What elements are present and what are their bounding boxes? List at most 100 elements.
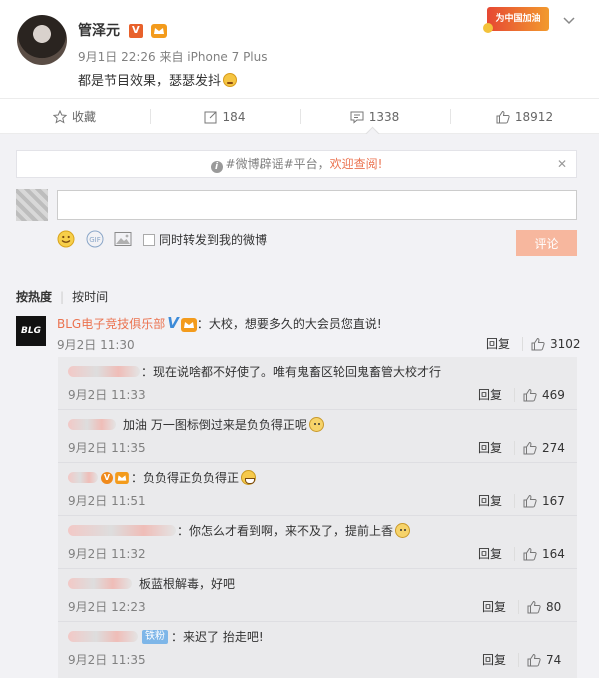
image-icon[interactable] — [114, 230, 132, 248]
redacted-username[interactable] — [68, 578, 132, 589]
reply-time: 9月2日 11:32 — [68, 547, 146, 561]
blue-verified-icon: V — [167, 314, 179, 332]
like-count: 274 — [542, 440, 565, 455]
post-text: 都是节目效果，瑟瑟发抖 — [78, 70, 238, 89]
like-count: 18912 — [514, 109, 554, 124]
repost-count: 184 — [222, 109, 246, 124]
tab-sort-hot[interactable]: 按热度 — [16, 290, 52, 304]
redacted-username[interactable] — [68, 419, 116, 430]
post-action-bar: 收藏 184 1338 18912 — [0, 98, 599, 134]
event-banner[interactable]: 为中国加油 — [483, 7, 549, 33]
reply-line: 铁粉 ：来迟了 抬走吧! — [68, 628, 264, 645]
favorite-button[interactable]: 收藏 — [0, 99, 149, 134]
like-count: 167 — [542, 493, 565, 508]
comment-text: ：大校，想要多久的大会员您直说! — [196, 317, 382, 331]
commenter-avatar[interactable]: BLG — [16, 316, 46, 346]
vip-crown-icon — [180, 317, 197, 332]
reply-line: ：你怎么才看到啊，来不及了，提前上香 — [68, 522, 411, 539]
divider — [518, 599, 520, 614]
divider — [514, 493, 516, 508]
rumor-notice: i #微博辟谣#平台，欢迎查阅! ✕ — [16, 150, 577, 178]
redacted-username[interactable] — [68, 472, 98, 483]
reply-text: ：你怎么才看到啊，来不及了，提前上香 — [177, 524, 394, 538]
like-icon[interactable] — [527, 653, 541, 667]
like-icon — [496, 110, 510, 123]
like-icon[interactable] — [523, 388, 537, 402]
reply-time: 9月2日 11:33 — [68, 388, 146, 402]
comment-count: 1338 — [368, 109, 400, 124]
comment-input[interactable] — [57, 190, 577, 220]
like-button[interactable]: 18912 — [450, 99, 599, 134]
reply-item: 铁粉 ：来迟了 抬走吧! 9月2日 11:35 回复 74 — [58, 622, 577, 675]
chevron-down-icon[interactable] — [563, 14, 575, 26]
reply-button[interactable]: 回复 — [478, 386, 502, 403]
forward-option[interactable]: 同时转发到我的微博 — [143, 231, 267, 248]
post-author-name[interactable]: 管泽元 — [78, 23, 120, 39]
reply-actions: 回复 74 — [482, 651, 561, 668]
reply-button[interactable]: 回复 — [478, 439, 502, 456]
redacted-username[interactable] — [68, 631, 138, 642]
like-icon[interactable] — [523, 441, 537, 455]
reply-text: ：负负得正负负得正 — [131, 471, 240, 485]
divider — [518, 652, 520, 667]
forward-label: 同时转发到我的微博 — [159, 233, 268, 247]
reply-button[interactable]: 回复 — [482, 651, 506, 668]
comment-icon — [350, 111, 364, 124]
sort-divider: | — [60, 290, 65, 304]
redacted-username[interactable] — [68, 525, 176, 536]
comment-button[interactable]: 1338 — [300, 99, 449, 134]
author-avatar[interactable] — [17, 15, 67, 65]
like-count: 469 — [542, 387, 565, 402]
share-icon — [204, 111, 217, 123]
reply-button[interactable]: 回复 — [482, 598, 506, 615]
gif-icon[interactable]: GIF — [86, 230, 104, 248]
like-count: 74 — [546, 652, 562, 667]
like-count: 3102 — [550, 336, 581, 351]
reply-actions: 回复 164 — [478, 545, 565, 562]
sort-tabs: 按热度 | 按时间 — [16, 288, 116, 305]
divider — [514, 387, 516, 402]
divider — [514, 546, 516, 561]
tab-sort-time[interactable]: 按时间 — [72, 290, 108, 304]
reply-item: 板蓝根解毒，好吧 9月2日 12:23 回复 80 — [58, 569, 577, 622]
post-body: 都是节目效果，瑟瑟发抖 — [78, 74, 222, 89]
star-icon — [52, 109, 67, 124]
current-user-avatar — [16, 189, 48, 221]
commenter-name[interactable]: BLG电子竞技俱乐部 — [57, 317, 165, 331]
reply-time: 9月2日 11:35 — [68, 653, 146, 667]
favorite-label: 收藏 — [71, 110, 96, 124]
reply-line: V ：负负得正负负得正 — [68, 469, 257, 486]
like-icon[interactable] — [531, 337, 545, 351]
main-comment-line: BLG电子竞技俱乐部 V ：大校，想要多久的大会员您直说! — [57, 314, 382, 332]
reply-line: 加油 万一图标倒过来是负负得正呢 — [68, 416, 324, 433]
post-meta: 9月1日 22:26 来自 iPhone 7 Plus — [78, 50, 268, 64]
reply-list: ：现在说啥都不好使了。唯有鬼畜区轮回鬼畜管大校才行 9月2日 11:33 回复 … — [58, 357, 577, 678]
reply-line: ：现在说啥都不好使了。唯有鬼畜区轮回鬼畜管大校才行 — [68, 363, 441, 380]
repost-button[interactable]: 184 — [150, 99, 299, 134]
redacted-username[interactable] — [68, 366, 140, 377]
close-icon[interactable]: ✕ — [557, 151, 567, 177]
reply-actions: 回复 469 — [478, 386, 565, 403]
like-icon[interactable] — [527, 600, 541, 614]
notice-text: #微博辟谣#平台， — [225, 157, 330, 171]
fan-badge: 铁粉 — [142, 629, 168, 644]
laugh-cry-emoji-icon — [241, 470, 257, 485]
submit-comment-button[interactable]: 评论 — [516, 230, 577, 256]
reply-item: ：现在说啥都不好使了。唯有鬼畜区轮回鬼畜管大校才行 9月2日 11:33 回复 … — [58, 357, 577, 410]
reply-text: 板蓝根解毒，好吧 — [139, 577, 236, 591]
like-icon[interactable] — [523, 494, 537, 508]
forward-checkbox[interactable] — [143, 233, 155, 246]
doge-emoji-icon — [308, 417, 324, 432]
emoji-icon[interactable] — [57, 230, 75, 248]
comment-section: i #微博辟谣#平台，欢迎查阅! ✕ GIF 同时转发到我的微博 评论 按热度 | 按… — [0, 134, 599, 678]
like-icon[interactable] — [523, 547, 537, 561]
reply-button[interactable]: 回复 — [486, 335, 510, 352]
reply-time: 9月2日 11:35 — [68, 441, 146, 455]
svg-text:GIF: GIF — [89, 236, 101, 244]
divider — [514, 440, 516, 455]
divider — [522, 336, 524, 351]
reply-button[interactable]: 回复 — [478, 545, 502, 562]
reply-item: V ：负负得正负负得正 9月2日 11:51 回复 167 — [58, 463, 577, 516]
reply-button[interactable]: 回复 — [478, 492, 502, 509]
notice-link[interactable]: 欢迎查阅! — [330, 157, 383, 171]
